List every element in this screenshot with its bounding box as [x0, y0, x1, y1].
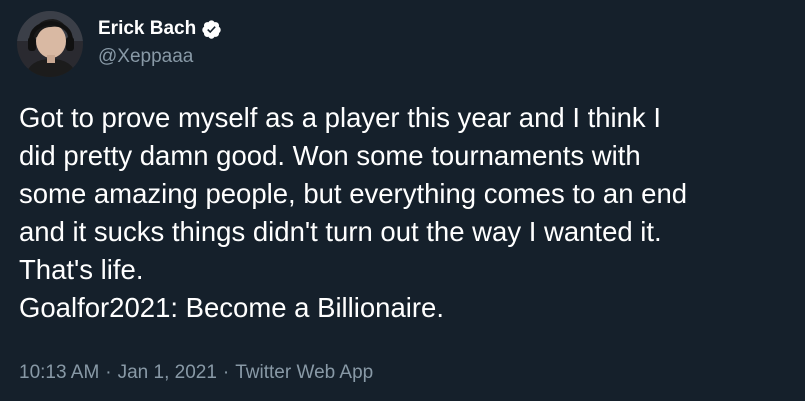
- tweet-line: and it sucks things didn't turn out the …: [19, 216, 662, 247]
- tweet-time[interactable]: 10:13 AM: [19, 361, 99, 385]
- tweet-date[interactable]: Jan 1, 2021: [118, 361, 217, 385]
- tweet-line: Goalfor2021: Become a Billionaire.: [19, 292, 444, 323]
- verified-badge-icon: [201, 19, 222, 40]
- tweet-header: Erick Bach @Xeppaaa: [17, 11, 222, 77]
- meta-separator: ·: [222, 362, 230, 383]
- tweet-line: That's life.: [19, 254, 144, 285]
- tweet-line: did pretty damn good. Won some tournamen…: [19, 140, 641, 171]
- display-name[interactable]: Erick Bach: [98, 17, 196, 41]
- avatar-image: [17, 11, 83, 77]
- meta-separator: ·: [105, 362, 112, 383]
- tweet-line: some amazing people, but everything come…: [19, 178, 688, 209]
- name-row: Erick Bach: [98, 17, 222, 41]
- tweet-meta: 10:13 AM · Jan 1, 2021 · Twitter Web App: [19, 361, 373, 385]
- author-names: Erick Bach @Xeppaaa: [98, 17, 222, 69]
- avatar[interactable]: [17, 11, 83, 77]
- tweet-card: Erick Bach @Xeppaaa Got to prove myself …: [0, 0, 805, 401]
- tweet-text: Got to prove myself as a player this yea…: [19, 99, 799, 327]
- tweet-line: Got to prove myself as a player this yea…: [19, 102, 661, 133]
- author-handle[interactable]: @Xeppaaa: [98, 45, 222, 69]
- tweet-source[interactable]: Twitter Web App: [235, 361, 373, 385]
